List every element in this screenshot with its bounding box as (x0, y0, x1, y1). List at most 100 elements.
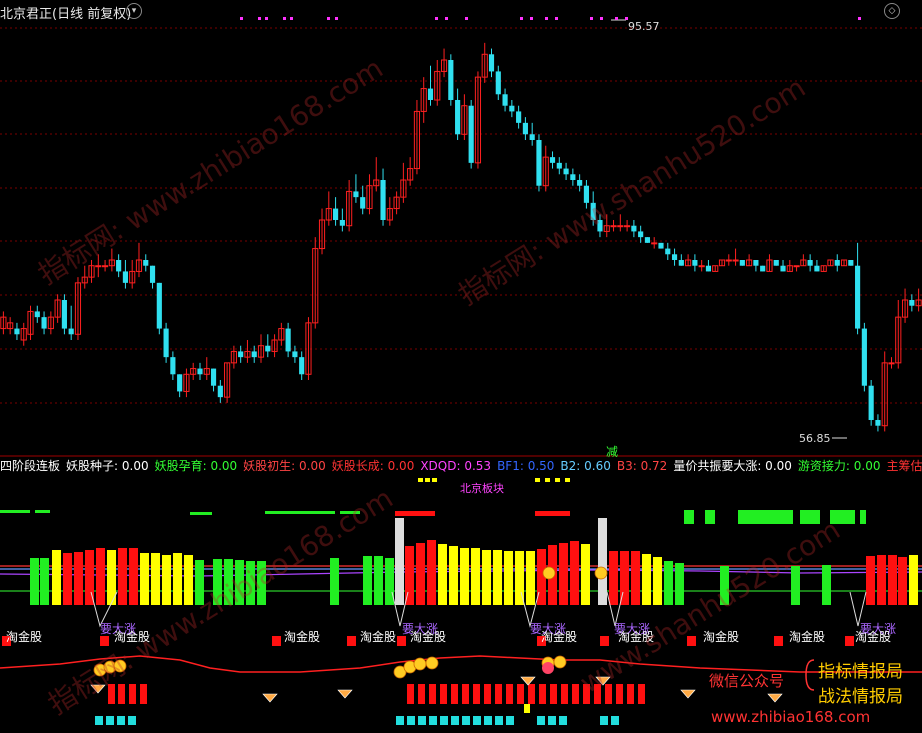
gem-icon (90, 684, 106, 694)
candle-body (149, 265, 156, 283)
green-dash (265, 511, 335, 514)
signal-dot (465, 17, 468, 20)
candle-body (116, 260, 122, 272)
candle-body (651, 242, 658, 245)
yellow-dot (545, 478, 550, 482)
cyan-square (117, 716, 125, 725)
bottom-red-bar (550, 684, 557, 704)
bottom-red-bar (462, 684, 469, 704)
smiley-icon (425, 656, 439, 670)
sector-label: 北京板块 (460, 482, 504, 495)
green-block (860, 510, 866, 524)
indicator-bar (909, 555, 918, 605)
chevron-down-icon[interactable]: ▾ (126, 3, 142, 19)
candle-body (353, 191, 359, 198)
indicator-bar (720, 566, 729, 605)
bottom-red-bar (627, 684, 634, 704)
candle-body (848, 260, 854, 266)
indicator-bar (888, 555, 897, 605)
indicator-bar (427, 540, 436, 605)
candle-body (502, 94, 508, 106)
bottom-red-bar (539, 684, 546, 704)
indicator-value-8: B3: 0.72 (616, 459, 668, 473)
indicator-bar (664, 561, 673, 605)
indicator-bar (129, 548, 138, 605)
indicator-bar (609, 551, 618, 605)
signal-dot (435, 17, 438, 20)
bottom-red-bar (616, 684, 623, 704)
indicator-bar (162, 555, 171, 605)
indicator-bar (330, 558, 339, 605)
indicator-bar (195, 560, 204, 605)
signal-dot (258, 17, 261, 20)
green-block (705, 510, 715, 524)
diamond-icon[interactable]: ◇ (884, 3, 900, 19)
yellow-dot (425, 478, 430, 482)
bottom-red-bar (473, 684, 480, 704)
cyan-square (548, 716, 556, 725)
candle-body (156, 282, 162, 329)
cyan-square (484, 716, 492, 725)
candle-body (143, 260, 149, 266)
red-dash (535, 511, 570, 516)
indicator-bar (374, 556, 383, 605)
candle-body (177, 374, 183, 392)
candle-body (705, 265, 712, 272)
tao-jin-label: 淘金股 (114, 630, 151, 644)
yellow-dot (555, 478, 560, 482)
cyan-square (128, 716, 136, 725)
signal-dot (600, 17, 603, 20)
bottom-red-bar (118, 684, 125, 704)
bottom-red-bar (495, 684, 502, 704)
indicator-bar (898, 557, 907, 605)
chart-canvas[interactable] (0, 0, 922, 733)
indicator-bar (140, 553, 149, 605)
indicator-value-2: 妖股孕育: 0.00 (154, 459, 238, 473)
cyan-square (506, 716, 514, 725)
candle-body (427, 88, 434, 100)
candle-body (617, 225, 624, 228)
ad-bracket (805, 659, 815, 691)
indicator-bar (395, 518, 404, 605)
candle-body (34, 311, 40, 318)
indicator-bar (877, 555, 886, 605)
indicator-bar (822, 565, 831, 605)
smiley-icon (594, 566, 608, 580)
bottom-red-bar (561, 684, 568, 704)
red-dash (395, 511, 435, 516)
candle-body (509, 105, 515, 112)
green-dash (190, 512, 212, 515)
candle-body (814, 265, 820, 272)
indicator-bar (184, 555, 193, 605)
indicator-bar (213, 559, 222, 605)
bottom-red-bar (407, 684, 414, 704)
indicator-bar (570, 541, 579, 605)
candle-body (556, 162, 562, 169)
bottom-red-bar (129, 684, 136, 704)
indicator-value-3: 妖股初生: 0.00 (243, 459, 326, 473)
yellow-dot (535, 478, 540, 482)
indicator-bar (235, 560, 244, 605)
candle-body (238, 351, 244, 358)
candle-body (292, 351, 298, 358)
candle-body (516, 111, 522, 123)
marker-square (100, 636, 109, 646)
candle-body (299, 357, 305, 375)
indicator-bar (526, 551, 535, 605)
bottom-red-bar (440, 684, 447, 704)
candle-body (807, 260, 813, 266)
bottom-red-bar (528, 684, 535, 704)
candle-body (671, 254, 678, 260)
yellow-dot (418, 478, 423, 482)
candle-body (448, 60, 454, 100)
bottom-red-bar (638, 684, 645, 704)
bottom-red-bar (418, 684, 425, 704)
indicator-bar (74, 552, 83, 605)
candle-body (95, 265, 102, 268)
candle-body (590, 202, 596, 220)
cyan-square (418, 716, 426, 725)
brand-label-1: 指标情报局 (818, 662, 903, 682)
indicator-bar (151, 553, 160, 605)
smiley-icon (542, 566, 556, 580)
indicator-bar (581, 544, 590, 605)
